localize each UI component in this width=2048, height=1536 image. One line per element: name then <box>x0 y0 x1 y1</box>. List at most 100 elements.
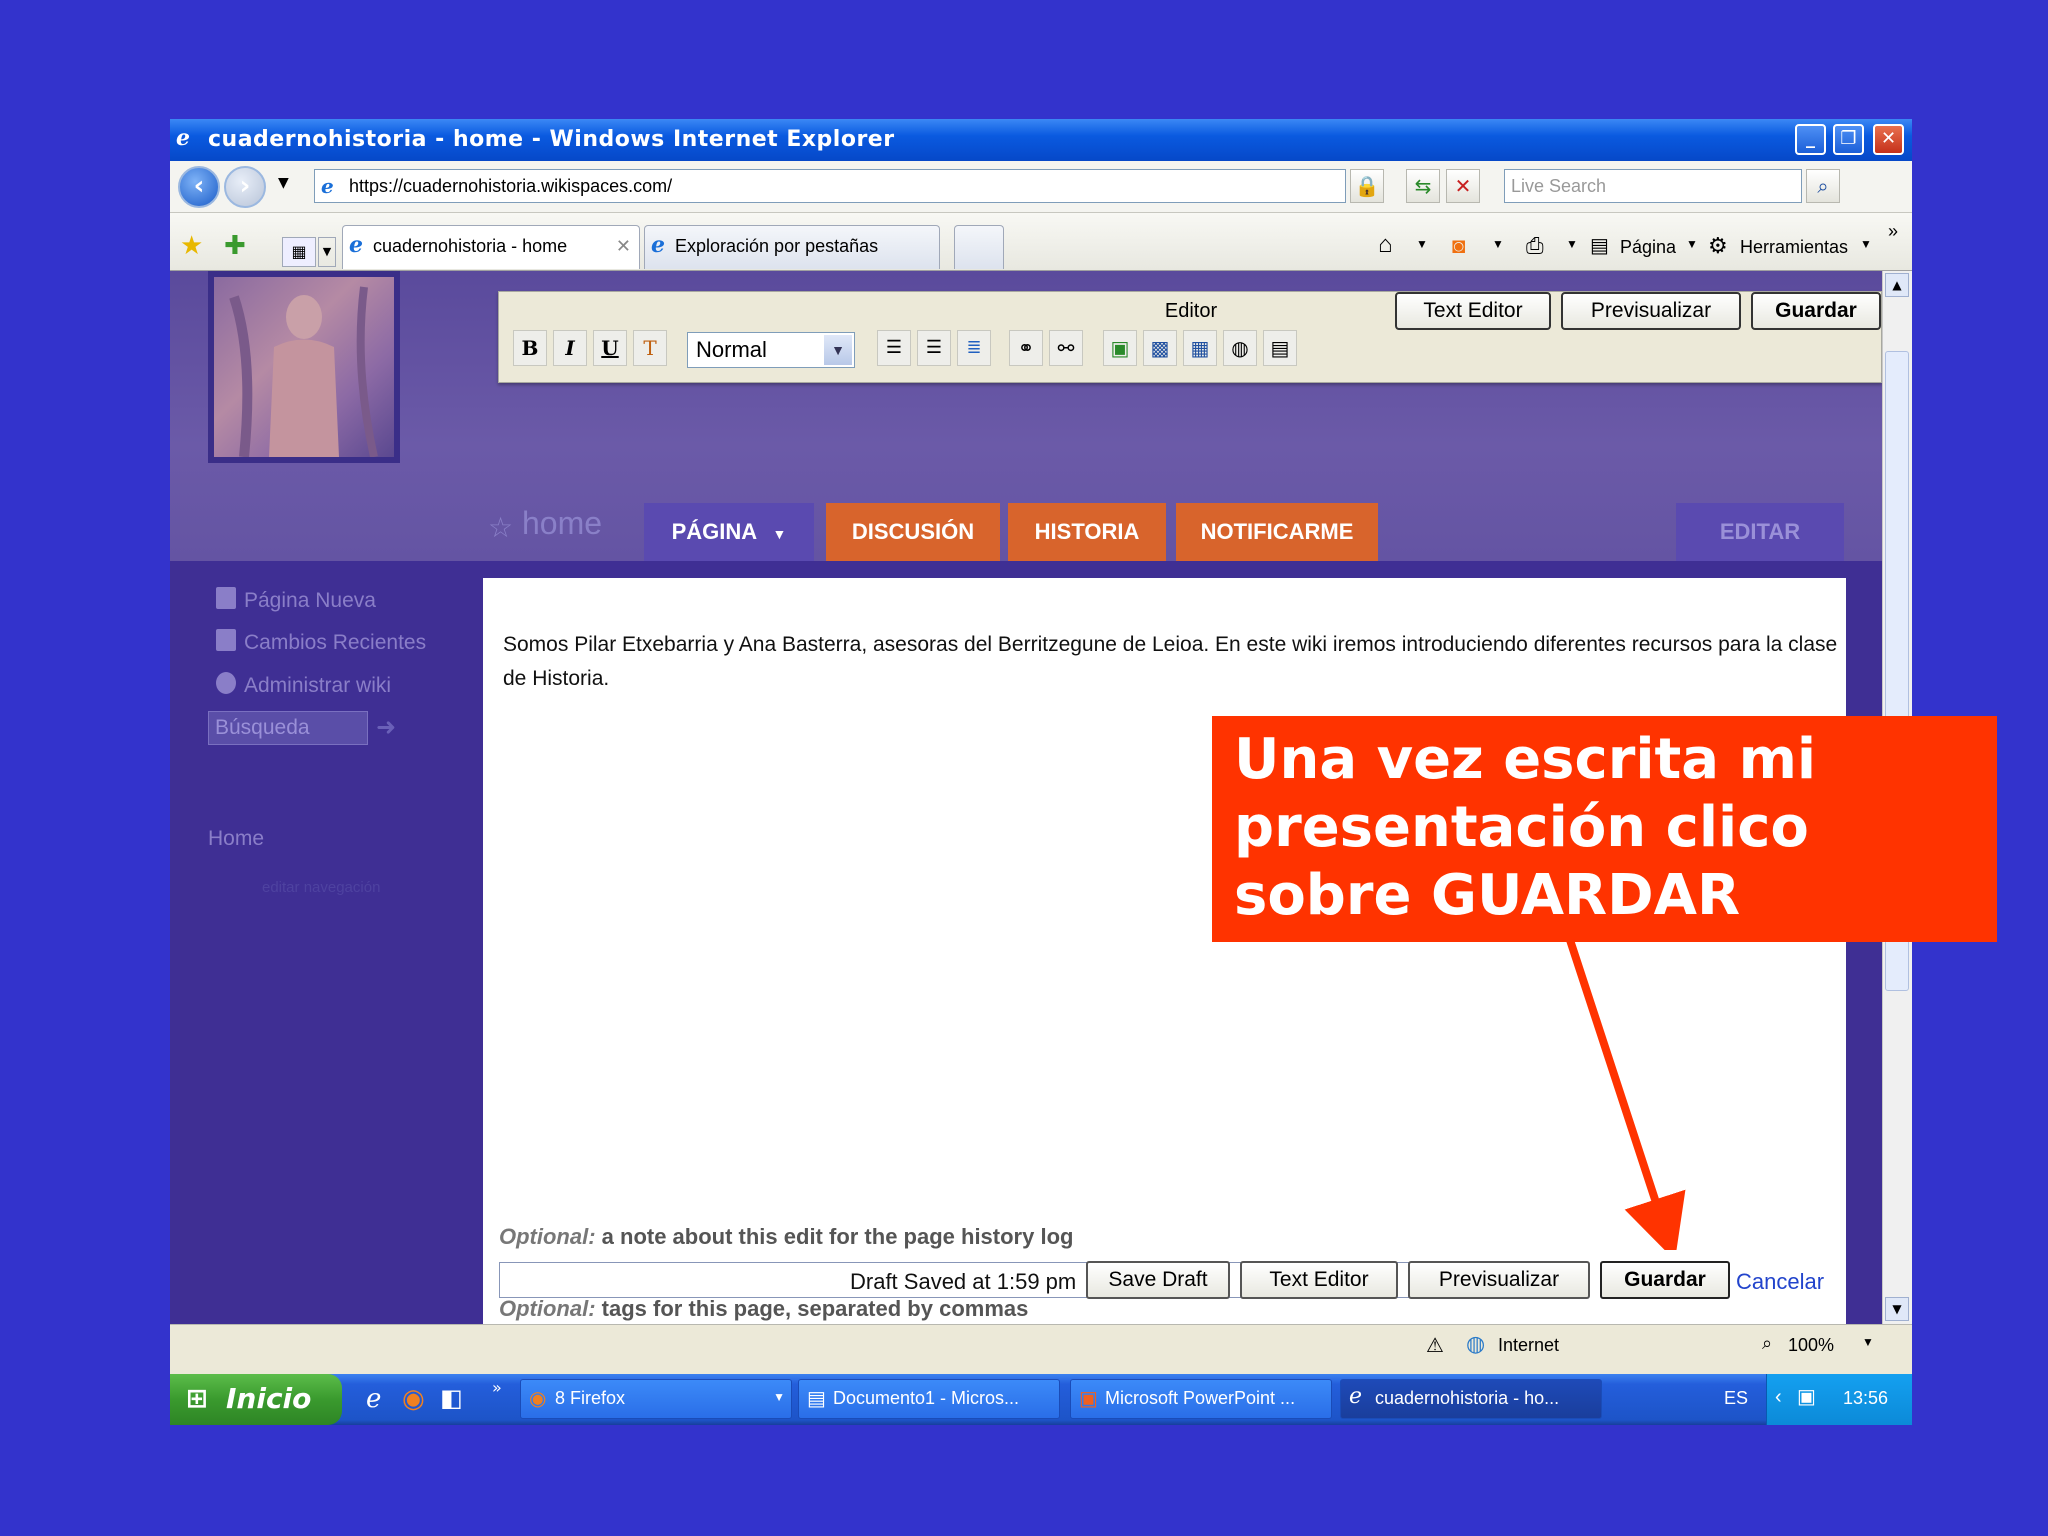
numbered-list-icon[interactable]: ☰ <box>877 330 911 366</box>
home-icon[interactable]: ⌂ <box>1378 231 1393 259</box>
print-icon[interactable]: ⎙ <box>1526 233 1544 259</box>
edit-navigation-link[interactable]: editar navegación <box>262 879 380 896</box>
text-editor-button[interactable]: Text Editor <box>1395 292 1551 330</box>
horizontal-rule-icon[interactable]: ≣ <box>957 330 991 366</box>
taskbar-item-label: Microsoft PowerPoint ... <box>1105 1388 1296 1408</box>
ie-quicklaunch-icon[interactable]: e <box>366 1384 381 1414</box>
minimize-button[interactable]: _ <box>1795 124 1826 155</box>
chevron-down-icon: ▼ <box>824 335 852 365</box>
title-bar: e cuadernohistoria - home - Windows Inte… <box>170 119 1912 161</box>
page-body-text[interactable]: Somos Pilar Etxebarria y Ana Basterra, a… <box>503 628 1843 696</box>
star-icon[interactable]: ☆ <box>488 511 513 544</box>
draft-status: Draft Saved at 1:59 pm <box>850 1269 1077 1294</box>
quicklaunch-more-icon[interactable]: » <box>492 1378 502 1397</box>
zoom-dropdown-icon[interactable]: ▼ <box>1862 1335 1874 1349</box>
taskbar-item-powerpoint[interactable]: ▣ Microsoft PowerPoint ... <box>1070 1379 1332 1419</box>
bold-button[interactable]: B <box>513 330 547 366</box>
sidebar-item-label: Página Nueva <box>244 589 376 612</box>
firefox-quicklaunch-icon[interactable]: ◉ <box>402 1384 425 1414</box>
tab-editar[interactable]: EDITAR <box>1676 503 1844 561</box>
sidebar-search-input[interactable]: Búsqueda <box>208 711 368 745</box>
save-draft-button[interactable]: Save Draft <box>1086 1261 1230 1299</box>
firefox-icon: ◉ <box>529 1388 547 1410</box>
chevron-more-icon[interactable]: » <box>1888 221 1898 242</box>
tab-close-icon[interactable]: ✕ <box>616 236 631 257</box>
tray-expand-icon[interactable]: ‹ <box>1775 1386 1782 1409</box>
bullet-list-icon[interactable]: ☰ <box>917 330 951 366</box>
restore-button[interactable]: ❐ <box>1833 124 1864 155</box>
lock-icon[interactable]: 🔒 <box>1350 169 1384 203</box>
scroll-up-icon[interactable]: ▲ <box>1885 273 1909 297</box>
sidebar-item-label: Administrar wiki <box>244 674 392 697</box>
sidebar-home-link[interactable]: Home <box>208 827 264 851</box>
preview-button-bottom[interactable]: Previsualizar <box>1408 1261 1590 1299</box>
home-dropdown-icon[interactable]: ▼ <box>1416 237 1428 251</box>
history-dropdown-icon[interactable]: ▼ <box>278 175 289 191</box>
favorites-star-icon[interactable]: ★ <box>180 231 203 261</box>
page-title: home <box>522 505 603 541</box>
widget-icon[interactable]: ◍ <box>1223 330 1257 366</box>
stop-icon[interactable]: ✕ <box>1446 169 1480 203</box>
network-icon[interactable]: ▣ <box>1797 1384 1816 1409</box>
format-select[interactable]: Normal ▼ <box>687 332 855 368</box>
tab-cuadernohistoria[interactable]: e cuadernohistoria - home ✕ <box>342 225 640 269</box>
search-go-icon[interactable]: ➜ <box>376 713 396 741</box>
gear-icon: ⚙ <box>1708 233 1728 258</box>
clock[interactable]: 13:56 <box>1843 1388 1888 1409</box>
preview-button[interactable]: Previsualizar <box>1561 292 1741 330</box>
tab-pagina[interactable]: PÁGINA ▼ <box>644 503 814 561</box>
scroll-down-icon[interactable]: ▼ <box>1885 1297 1909 1321</box>
address-bar: ‹ › ▼ e https://cuadernohistoria.wikispa… <box>170 161 1912 213</box>
save-button[interactable]: Guardar <box>1751 292 1881 330</box>
tab-label: Exploración por pestañas <box>675 236 879 256</box>
start-button[interactable]: ⊞ Inicio <box>170 1374 342 1425</box>
taskbar-item-firefox[interactable]: ◉ 8 Firefox ▼ <box>520 1379 792 1419</box>
sidebar-item-pagina-nueva[interactable]: Página Nueva <box>216 587 376 613</box>
search-icon[interactable]: ⌕ <box>1806 169 1840 203</box>
print-dropdown-icon[interactable]: ▼ <box>1566 237 1578 251</box>
herramientas-menu[interactable]: Herramientas <box>1740 237 1848 258</box>
underline-button[interactable]: U <box>593 330 627 366</box>
text-editor-button-bottom[interactable]: Text Editor <box>1240 1261 1398 1299</box>
desktop-quicklaunch-icon[interactable]: ◧ <box>440 1384 463 1412</box>
rss-icon[interactable]: ◙ <box>1452 233 1465 259</box>
sidebar-item-cambios-recientes[interactable]: Cambios Recientes <box>216 629 426 655</box>
special-char-icon[interactable]: ▤ <box>1263 330 1297 366</box>
cancel-link[interactable]: Cancelar <box>1736 1269 1824 1295</box>
table-icon[interactable]: ▦ <box>1183 330 1217 366</box>
video-icon[interactable]: ▩ <box>1143 330 1177 366</box>
tab-historia[interactable]: HISTORIA <box>1008 503 1166 561</box>
rss-dropdown-icon[interactable]: ▼ <box>1492 237 1504 251</box>
sidebar-item-administrar-wiki[interactable]: Administrar wiki <box>216 672 392 698</box>
new-tab-button[interactable] <box>954 225 1004 269</box>
pagina-dropdown-icon[interactable]: ▼ <box>1686 237 1698 251</box>
zoom-level[interactable]: 100% <box>1788 1335 1834 1356</box>
tab-exploracion[interactable]: e Exploración por pestañas <box>644 225 940 269</box>
tab-list-icon[interactable]: ▼ <box>318 237 336 267</box>
add-favorites-icon[interactable]: ✚ <box>224 231 246 261</box>
tab-label: cuadernohistoria - home <box>373 236 568 256</box>
back-button[interactable]: ‹ <box>178 166 220 208</box>
pagina-menu[interactable]: Página <box>1620 237 1676 258</box>
taskbar-item-word[interactable]: ▤ Documento1 - Micros... <box>798 1379 1060 1419</box>
refresh-icon[interactable]: ⇆ <box>1406 169 1440 203</box>
herramientas-dropdown-icon[interactable]: ▼ <box>1860 237 1872 251</box>
taskbar-item-ie[interactable]: e cuadernohistoria - ho... <box>1340 1379 1602 1419</box>
close-button[interactable]: ✕ <box>1873 124 1904 155</box>
image-icon[interactable]: ▣ <box>1103 330 1137 366</box>
text-color-icon[interactable]: T <box>633 330 667 366</box>
powerpoint-icon: ▣ <box>1079 1388 1098 1410</box>
tab-notificarme[interactable]: NOTIFICARME <box>1176 503 1378 561</box>
tab-ie-icon: e <box>349 232 363 258</box>
guardar-button[interactable]: Guardar <box>1600 1261 1730 1299</box>
link-icon[interactable]: ⚭ <box>1009 330 1043 366</box>
language-indicator[interactable]: ES <box>1724 1388 1748 1409</box>
quick-tabs-icon[interactable]: ▦ <box>282 237 316 267</box>
tab-discusion[interactable]: DISCUSIÓN <box>826 503 1000 561</box>
zoom-icon: ⌕ <box>1762 1333 1773 1353</box>
forward-button[interactable]: › <box>224 166 266 208</box>
italic-button[interactable]: I <box>553 330 587 366</box>
live-search-input[interactable]: Live Search <box>1504 169 1802 203</box>
url-input[interactable]: e https://cuadernohistoria.wikispaces.co… <box>314 169 1346 203</box>
unlink-icon[interactable]: ⚯ <box>1049 330 1083 366</box>
